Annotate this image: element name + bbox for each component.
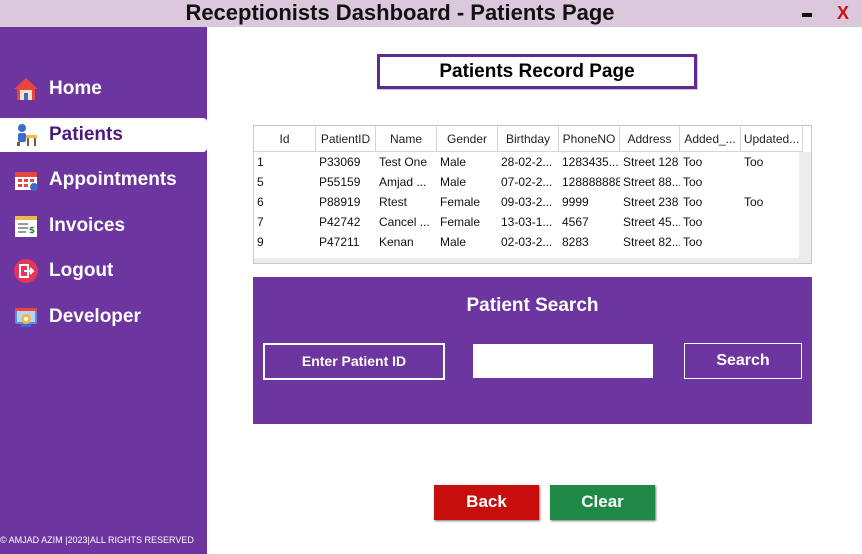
- back-button[interactable]: Back: [434, 485, 539, 520]
- column-header-id[interactable]: Id: [254, 126, 316, 152]
- cell-patient-id: P88919: [319, 195, 361, 209]
- cell-gender: Male: [440, 175, 467, 189]
- cell-phone: 9999: [562, 195, 589, 209]
- sidebar-item-label: Appointments: [49, 169, 177, 190]
- column-header-address[interactable]: Address: [620, 126, 680, 152]
- patient-id-input[interactable]: [473, 344, 653, 378]
- patient-search-panel: Patient Search Enter Patient ID Search: [253, 277, 812, 424]
- cell-patient-id: P42742: [319, 215, 361, 229]
- cell-birthday: 13-03-1...: [501, 215, 553, 229]
- cell-birthday: 07-02-2...: [501, 175, 553, 189]
- svg-text:$: $: [29, 226, 35, 236]
- column-header-name[interactable]: Name: [376, 126, 437, 152]
- sidebar-item-patients[interactable]: Patients: [0, 118, 207, 152]
- minimize-icon: [802, 13, 812, 17]
- sidebar-item-logout[interactable]: Logout: [0, 254, 207, 288]
- copyright-text: © AMJAD AZIM |2023|ALL RIGHTS RESERVED: [0, 535, 194, 545]
- cell-name: Amjad ...: [379, 175, 427, 189]
- clear-button[interactable]: Clear: [550, 485, 655, 520]
- cell-gender: Female: [440, 195, 481, 209]
- search-button[interactable]: Search: [684, 343, 802, 379]
- cell-updated-by: [741, 172, 799, 192]
- patients-table: Id PatientID Name Gender Birthday PhoneN…: [253, 125, 812, 264]
- cell-id: 7: [257, 215, 264, 229]
- search-panel-title: Patient Search: [466, 295, 599, 316]
- title-bar: Receptionists Dashboard - Patients Page …: [0, 0, 862, 27]
- table-header: Id PatientID Name Gender Birthday PhoneN…: [254, 126, 811, 152]
- cell-phone: 1283435...: [562, 155, 619, 169]
- cell-gender: Female: [440, 215, 481, 229]
- column-header-phone[interactable]: PhoneNO: [559, 126, 620, 152]
- table-vertical-scrollbar[interactable]: [799, 152, 811, 258]
- cell-id: 1: [257, 155, 264, 169]
- cell-updated-by: [741, 212, 799, 232]
- table-row[interactable]: 1 P33069 Test One Male 28-02-2... 128343…: [254, 152, 799, 172]
- sidebar-item-home[interactable]: Home: [0, 72, 207, 106]
- cell-patient-id: P47211: [319, 235, 360, 249]
- sidebar-item-label: Logout: [49, 260, 114, 281]
- column-header-birthday[interactable]: Birthday: [498, 126, 559, 152]
- cell-added-by: Too: [683, 215, 703, 229]
- cell-id: 5: [257, 175, 264, 189]
- cell-address: Street 128: [623, 155, 679, 169]
- cell-address: Street 238: [623, 195, 679, 209]
- minimize-button[interactable]: [797, 3, 817, 25]
- column-header-gender[interactable]: Gender: [437, 126, 498, 152]
- table-row[interactable]: 5 P55159 Amjad ... Male 07-02-2... 12888…: [254, 172, 799, 192]
- cell-phone: 4567: [562, 215, 589, 229]
- sidebar: Home Patients Appointments $ Invoices Lo…: [0, 27, 207, 554]
- cell-name: Rtest: [379, 195, 408, 209]
- table-body: 1 P33069 Test One Male 28-02-2... 128343…: [254, 152, 799, 258]
- sidebar-item-developer[interactable]: Developer: [0, 300, 207, 334]
- close-button[interactable]: X: [834, 1, 852, 25]
- invoice-icon: $: [15, 216, 37, 237]
- page-title: Patients Record Page: [377, 54, 697, 89]
- sidebar-item-label: Developer: [49, 306, 141, 327]
- cell-id: 9: [257, 235, 264, 249]
- cell-updated-by: Too: [744, 195, 764, 209]
- sidebar-item-label: Invoices: [49, 215, 126, 236]
- patient-icon: [17, 124, 37, 146]
- table-row[interactable]: 9 P47211 Kenan Male 02-03-2... 8283 Stre…: [254, 232, 799, 252]
- cell-address: Street 82...: [623, 235, 680, 249]
- sidebar-item-label: Patients: [49, 124, 123, 145]
- cell-gender: Male: [440, 235, 467, 249]
- cell-name: Kenan: [379, 235, 414, 249]
- developer-icon: [15, 308, 37, 327]
- calendar-icon: [15, 172, 38, 191]
- sidebar-item-appointments[interactable]: Appointments: [0, 163, 207, 197]
- cell-phone: 8283: [562, 235, 589, 249]
- sidebar-item-label: Home: [49, 78, 102, 99]
- cell-id: 6: [257, 195, 264, 209]
- window-title: Receptionists Dashboard - Patients Page: [185, 0, 615, 25]
- logout-icon: [14, 259, 38, 283]
- cell-birthday: 28-02-2...: [501, 155, 553, 169]
- patient-id-label: Enter Patient ID: [263, 343, 445, 380]
- cell-added-by: Too: [683, 155, 703, 169]
- column-header-updated-by[interactable]: Updated...: [741, 126, 803, 152]
- table-horizontal-scrollbar[interactable]: [254, 258, 811, 263]
- column-header-added-by[interactable]: Added_...: [680, 126, 741, 152]
- cell-gender: Male: [440, 155, 467, 169]
- cell-added-by: Too: [683, 195, 703, 209]
- table-row[interactable]: 6 P88919 Rtest Female 09-03-2... 9999 St…: [254, 192, 799, 212]
- cell-patient-id: P33069: [319, 155, 361, 169]
- home-icon: [14, 78, 38, 100]
- cell-phone: 128888888: [562, 175, 620, 189]
- cell-added-by: Too: [683, 175, 703, 189]
- table-row[interactable]: 7 P42742 Cancel ... Female 13-03-1... 45…: [254, 212, 799, 232]
- cell-name: Cancel ...: [379, 215, 430, 229]
- sidebar-item-invoices[interactable]: $ Invoices: [0, 209, 207, 243]
- cell-name: Test One: [379, 155, 428, 169]
- column-header-patient-id[interactable]: PatientID: [316, 126, 376, 152]
- cell-address: Street 88...: [623, 175, 680, 189]
- cell-updated-by: [741, 232, 799, 252]
- cell-updated-by: Too: [744, 155, 764, 169]
- cell-birthday: 02-03-2...: [501, 235, 553, 249]
- cell-address: Street 45...: [623, 215, 680, 229]
- cell-added-by: Too: [683, 235, 703, 249]
- cell-patient-id: P55159: [319, 175, 361, 189]
- cell-birthday: 09-03-2...: [501, 195, 553, 209]
